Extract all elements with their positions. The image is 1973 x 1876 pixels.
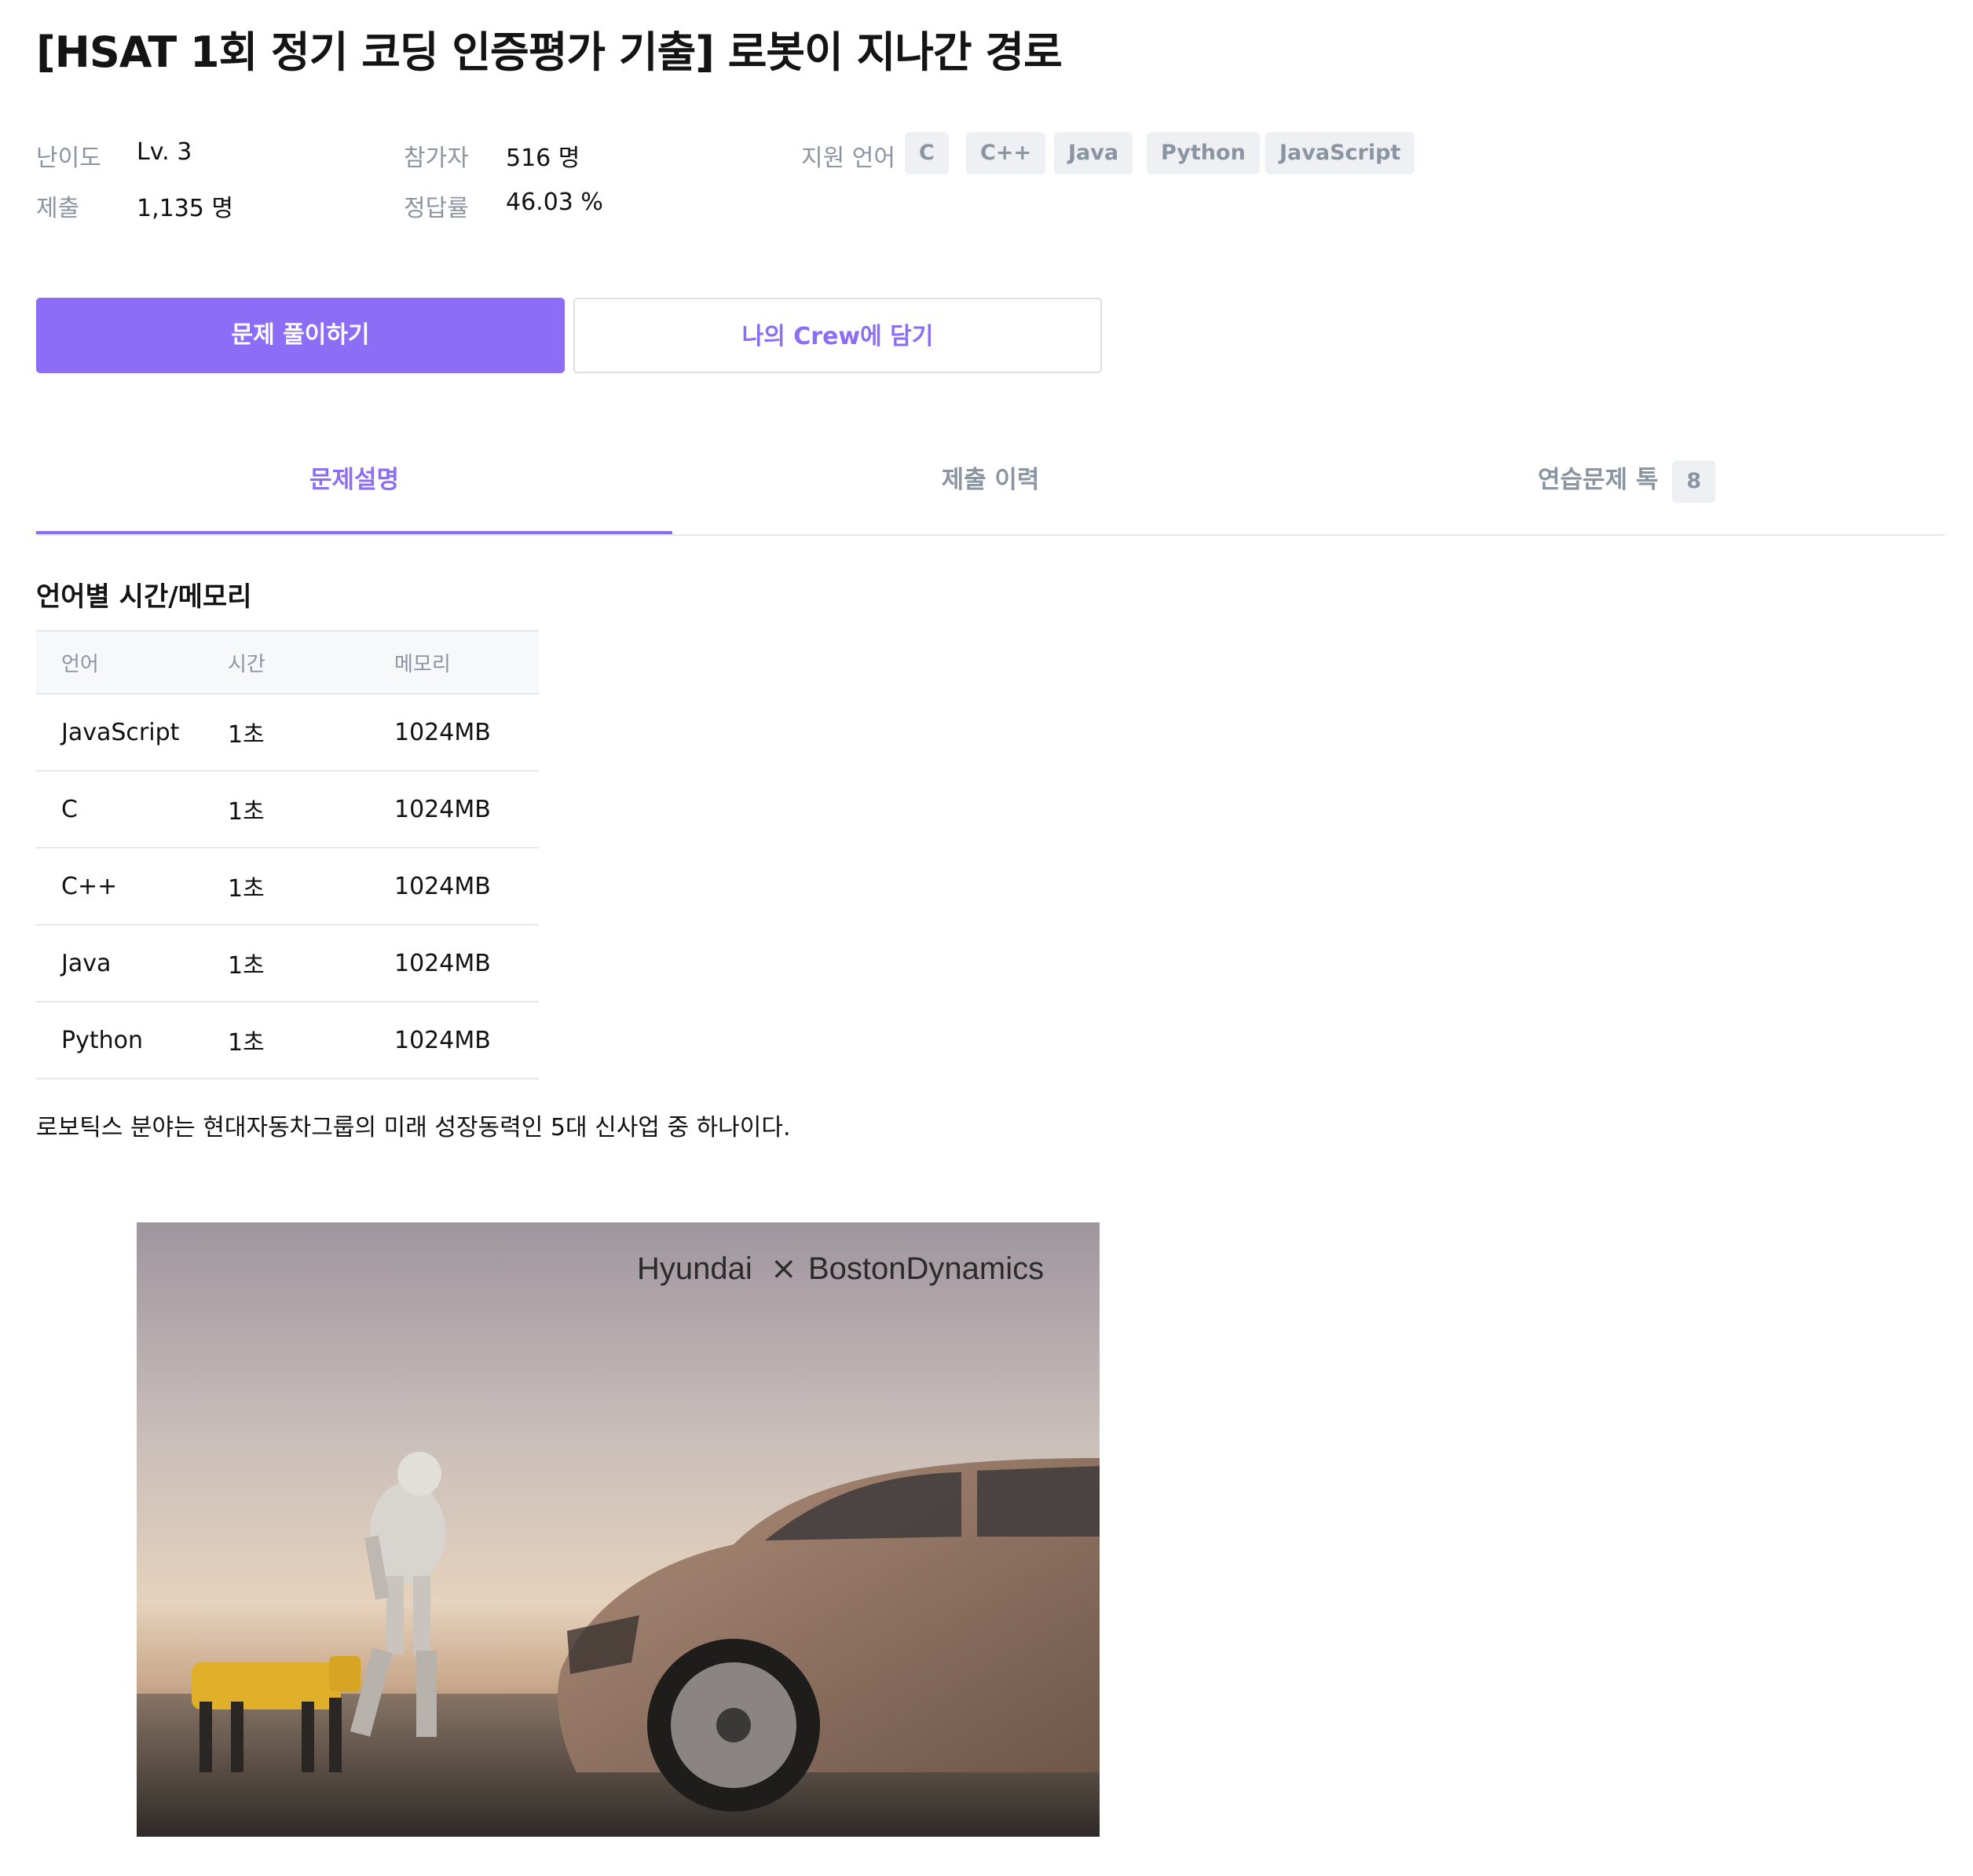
limits-section-title: 언어별 시간/메모리 <box>36 581 252 613</box>
difficulty-label: 난이도 <box>36 145 101 172</box>
cell-memory: 1024MB <box>369 1002 539 1079</box>
language-chip-python: Python <box>1147 132 1260 174</box>
add-to-crew-button[interactable]: 나의 Crew에 담기 <box>573 298 1102 373</box>
table-row: C 1초 1024MB <box>36 771 539 848</box>
tab-practice-talk-label: 연습문제 톡 <box>1537 466 1659 494</box>
cell-memory: 1024MB <box>369 694 539 771</box>
page-title: [HSAT 1회 정기 코딩 인증평가 기출] 로봇이 지나간 경로 <box>36 27 1063 77</box>
cell-language: JavaScript <box>36 694 203 771</box>
cell-time: 1초 <box>203 1002 369 1079</box>
column-header-time: 시간 <box>203 630 369 694</box>
column-header-language: 언어 <box>36 630 203 694</box>
table-row: JavaScript 1초 1024MB <box>36 694 539 771</box>
table-row: Java 1초 1024MB <box>36 925 539 1002</box>
problem-tabs: 문제설명 제출 이력 연습문제 톡 8 <box>36 456 1945 536</box>
cell-memory: 1024MB <box>369 925 539 1002</box>
submissions-label: 제출 <box>36 195 80 222</box>
cell-language: C++ <box>36 848 203 925</box>
cell-language: C <box>36 771 203 848</box>
problem-intro-text: 로보틱스 분야는 현대자동차그룹의 미래 성장동력인 5대 신사업 중 하나이다… <box>36 1114 791 1141</box>
cell-language: Python <box>36 1002 203 1079</box>
participants-value: 516 명 <box>506 145 580 172</box>
participants-label: 참가자 <box>404 145 469 172</box>
cell-time: 1초 <box>203 694 369 771</box>
meta-row-secondary: 제출 1,135 명 정답률 46.03 % <box>36 181 1528 225</box>
language-chip-java: Java <box>1054 132 1133 174</box>
cell-time: 1초 <box>203 848 369 925</box>
accuracy-value: 46.03 % <box>506 189 603 216</box>
hero-brand-left: Hyundai <box>637 1251 752 1286</box>
hero-brand-right: BostonDynamics <box>808 1251 1044 1286</box>
table-row: C++ 1초 1024MB <box>36 848 539 925</box>
tab-submission-history[interactable]: 제출 이력 <box>672 456 1309 534</box>
accuracy-label: 정답률 <box>404 195 469 222</box>
language-chip-c: C <box>905 132 949 174</box>
limits-table: 언어 시간 메모리 JavaScript 1초 1024MB C 1초 1024… <box>36 630 539 1079</box>
table-header-row: 언어 시간 메모리 <box>36 630 539 694</box>
cell-time: 1초 <box>203 771 369 848</box>
tab-description[interactable]: 문제설명 <box>36 456 672 534</box>
solve-problem-button[interactable]: 문제 풀이하기 <box>36 298 565 373</box>
difficulty-value: Lv. 3 <box>137 138 192 166</box>
language-chip-javascript: JavaScript <box>1265 132 1415 174</box>
talk-count-badge: 8 <box>1672 460 1716 503</box>
submissions-value: 1,135 명 <box>137 195 234 222</box>
table-row: Python 1초 1024MB <box>36 1002 539 1079</box>
hero-image: Hyundai × BostonDynamics <box>137 1222 1100 1837</box>
cell-memory: 1024MB <box>369 771 539 848</box>
hero-brand-separator: × <box>771 1251 797 1287</box>
column-header-memory: 메모리 <box>369 630 539 694</box>
hero-illustration: Hyundai × BostonDynamics <box>137 1222 1100 1837</box>
language-chip-cpp: C++ <box>966 132 1046 174</box>
languages-label: 지원 언어 <box>801 145 895 172</box>
cell-memory: 1024MB <box>369 848 539 925</box>
meta-row-primary: 난이도 Lv. 3 참가자 516 명 지원 언어 C C++ Java Pyt… <box>36 130 1528 174</box>
cell-language: Java <box>36 925 203 1002</box>
tab-practice-talk[interactable]: 연습문제 톡 8 <box>1309 456 1945 534</box>
cell-time: 1초 <box>203 925 369 1002</box>
